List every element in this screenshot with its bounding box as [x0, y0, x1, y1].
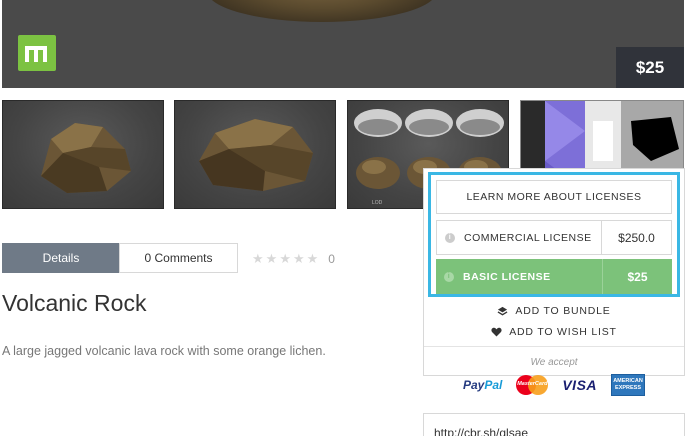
add-to-wish-list-label: ADD TO WISH LIST [509, 326, 617, 338]
license-price: $25 [602, 259, 672, 294]
thumbnail-rock-side[interactable] [174, 100, 336, 209]
info-icon[interactable]: i [444, 271, 454, 282]
hero-preview-image[interactable]: $25 [2, 0, 684, 88]
license-selector: LEARN MORE ABOUT LICENSES i COMMERCIAL L… [428, 172, 680, 297]
heart-icon [491, 327, 502, 337]
thumbnail-rock-front[interactable] [2, 100, 164, 209]
paypal-logo: PayPal [462, 378, 503, 392]
info-icon[interactable]: i [445, 232, 455, 243]
hero-rock-render [207, 0, 437, 22]
license-price: $250.0 [601, 221, 671, 254]
learn-more-licenses-button[interactable]: LEARN MORE ABOUT LICENSES [436, 180, 672, 214]
tab-details[interactable]: Details [2, 243, 120, 273]
m-logo-icon[interactable] [18, 35, 56, 71]
divider [424, 346, 684, 347]
layers-icon [497, 306, 508, 315]
license-name: BASIC LICENSE [463, 270, 551, 283]
commercial-license-option[interactable]: i COMMERCIAL LICENSE $250.0 [436, 220, 672, 255]
add-to-wish-list-button[interactable]: ADD TO WISH LIST [424, 323, 684, 341]
basic-license-option[interactable]: i BASIC LICENSE $25 [436, 259, 672, 294]
rating-count: 0 [328, 252, 335, 266]
star-icon[interactable]: ★ [293, 251, 305, 267]
amex-logo: AMERICAN EXPRESS [611, 374, 646, 396]
mastercard-logo: MasterCard [516, 375, 549, 395]
tab-comments[interactable]: 0 Comments [119, 243, 238, 273]
visa-logo: VISA [562, 377, 598, 393]
price-tag: $25 [616, 47, 684, 88]
star-rating[interactable]: ★ ★ ★ ★ ★ 0 [252, 251, 335, 267]
star-icon[interactable]: ★ [252, 251, 264, 267]
payment-methods: PayPal MasterCard VISA AMERICAN EXPRESS [424, 374, 684, 396]
add-to-bundle-label: ADD TO BUNDLE [515, 305, 611, 317]
product-description: A large jagged volcanic lava rock with s… [2, 344, 326, 358]
star-icon[interactable]: ★ [266, 251, 278, 267]
thumbnail-caption: LOD [372, 200, 383, 206]
add-to-bundle-button[interactable]: ADD TO BUNDLE [424, 302, 684, 320]
share-link-field[interactable]: http://cbr.sh/qlsae [423, 413, 685, 436]
license-name: COMMERCIAL LICENSE [464, 231, 592, 244]
star-icon[interactable]: ★ [279, 251, 291, 267]
star-icon[interactable]: ★ [307, 251, 319, 267]
page-title: Volcanic Rock [2, 290, 147, 316]
we-accept-label: We accept [530, 357, 578, 368]
